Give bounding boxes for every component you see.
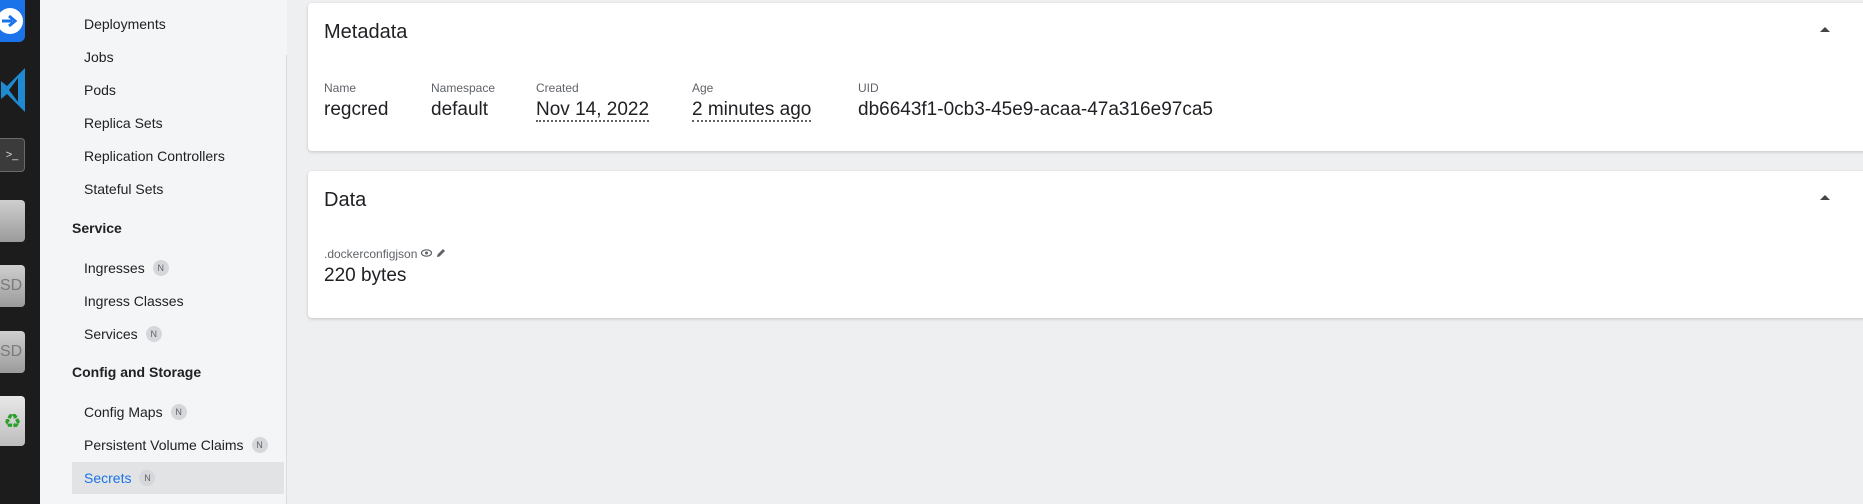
field-value: default <box>431 99 489 120</box>
os-dock: >_ SD SD ♻ <box>0 0 40 504</box>
metadata-card: Metadata Name regcred Namespace default … <box>308 3 1863 151</box>
field-label: Created <box>536 81 579 95</box>
field-age: Age 2 minutes ago <box>692 81 812 122</box>
sidebar-item-label: Pods <box>84 82 116 98</box>
sidebar-item-replica-sets[interactable]: Replica Sets <box>84 113 163 133</box>
terminal-icon[interactable]: >_ <box>0 138 25 172</box>
sidebar-item-secrets[interactable]: Secrets N <box>84 468 156 488</box>
data-key: .dockerconfigjson <box>324 247 418 261</box>
namespaced-badge: N <box>170 404 187 420</box>
data-card: Data .dockerconfigjson 220 bytes <box>308 171 1863 318</box>
field-created: Created Nov 14, 2022 <box>536 81 650 122</box>
drive-icon[interactable]: SD <box>0 331 25 373</box>
created-date[interactable]: Nov 14, 2022 <box>536 99 650 122</box>
edit-icon[interactable] <box>436 248 446 261</box>
field-namespace: Namespace default <box>431 81 495 121</box>
sidebar-item-label: Persistent Volume Claims <box>84 437 244 453</box>
sidebar <box>40 0 287 504</box>
sidebar-section-service[interactable]: Service <box>72 218 122 238</box>
collapse-icon[interactable] <box>1820 27 1830 32</box>
sidebar-item-label: Stateful Sets <box>84 181 164 197</box>
sidebar-item-stateful-sets[interactable]: Stateful Sets <box>84 179 163 199</box>
drive-icon[interactable]: SD <box>0 265 25 307</box>
sidebar-item-label: Secrets <box>84 470 132 486</box>
field-uid: UID db6643f1-0cb3-45e9-acaa-47a316e97ca5 <box>858 81 1213 121</box>
namespaced-badge: N <box>145 326 162 342</box>
sidebar-item-label: Replication Controllers <box>84 148 225 164</box>
sidebar-item-label: Deployments <box>84 16 166 32</box>
sidebar-item-config-maps[interactable]: Config Maps N <box>84 402 187 422</box>
namespaced-badge: N <box>139 470 156 486</box>
field-label: Age <box>692 81 714 95</box>
sidebar-item-pods[interactable]: Pods <box>84 80 116 100</box>
sidebar-divider <box>286 55 287 504</box>
drive-label: SD <box>0 343 23 360</box>
vscode-icon[interactable] <box>0 66 25 114</box>
field-label: Name <box>324 81 357 95</box>
data-title: Data <box>324 189 367 211</box>
drive-icon[interactable] <box>0 200 25 242</box>
metadata-title: Metadata <box>324 21 408 43</box>
namespaced-badge: N <box>152 260 169 276</box>
drive-label: SD <box>0 277 23 294</box>
sidebar-item-label: Ingress Classes <box>84 293 184 309</box>
sidebar-item-label: Services <box>84 326 138 342</box>
sidebar-item-label: Config Maps <box>84 404 163 420</box>
sidebar-item-jobs[interactable]: Jobs <box>84 47 114 67</box>
sidebar-item-deployments[interactable]: Deployments <box>84 14 166 34</box>
sidebar-item-ingresses[interactable]: Ingresses N <box>84 258 169 278</box>
data-value: 220 bytes <box>324 265 407 286</box>
sidebar-item-label: Jobs <box>84 49 114 65</box>
field-label: UID <box>858 81 879 95</box>
sidebar-section-config-storage[interactable]: Config and Storage <box>72 362 201 382</box>
age-value[interactable]: 2 minutes ago <box>692 99 812 122</box>
field-value: regcred <box>324 99 389 120</box>
data-key-row: .dockerconfigjson <box>324 247 446 261</box>
sidebar-item-ingress-classes[interactable]: Ingress Classes <box>84 291 184 311</box>
sidebar-item-replication-controllers[interactable]: Replication Controllers <box>84 146 225 166</box>
field-label: Namespace <box>431 81 496 95</box>
namespaced-badge: N <box>251 437 268 453</box>
sidebar-item-label: Ingresses <box>84 260 145 276</box>
field-value: db6643f1-0cb3-45e9-acaa-47a316e97ca5 <box>858 99 1213 120</box>
collapse-icon[interactable] <box>1820 195 1830 200</box>
sidebar-item-label: Replica Sets <box>84 115 163 131</box>
sidebar-item-services[interactable]: Services N <box>84 324 162 344</box>
eye-icon[interactable] <box>421 248 433 260</box>
trash-icon[interactable]: ♻ <box>0 396 25 446</box>
field-name: Name regcred <box>324 81 388 121</box>
sidebar-item-persistent-volume-claims[interactable]: Persistent Volume Claims N <box>84 435 268 455</box>
teamviewer-icon[interactable] <box>0 0 25 42</box>
